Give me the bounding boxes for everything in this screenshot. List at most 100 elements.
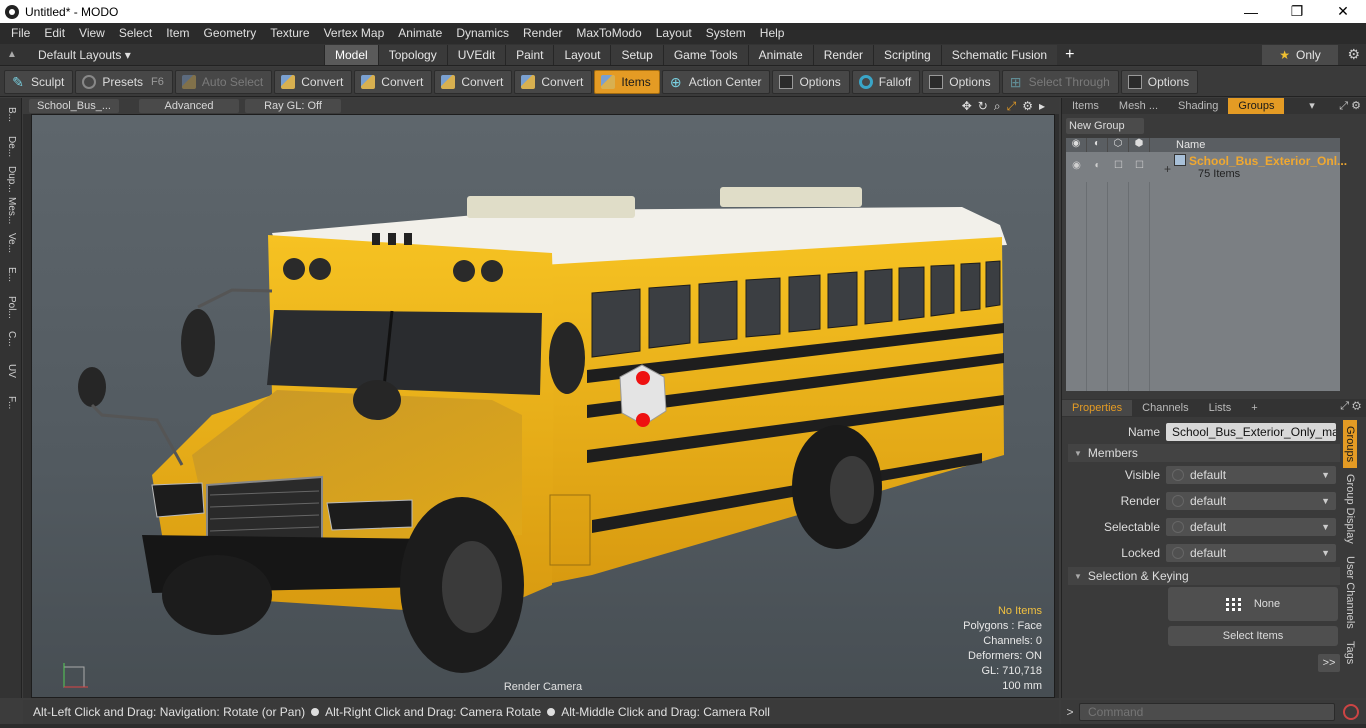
- menu-dynamics[interactable]: Dynamics: [449, 23, 516, 44]
- tab-lists[interactable]: Lists: [1199, 400, 1242, 416]
- render-col-icon[interactable]: ◐: [1087, 138, 1108, 152]
- side-tab-groups[interactable]: Groups: [1343, 420, 1357, 469]
- scene-selector[interactable]: School_Bus_...: [29, 99, 119, 113]
- viewport-canvas[interactable]: No Items Polygons : Face Channels: 0 Def…: [31, 114, 1055, 698]
- select-col-icon[interactable]: ⬡: [1108, 138, 1129, 152]
- pin-icon[interactable]: ▲: [0, 49, 24, 60]
- falloff-button[interactable]: Falloff: [851, 69, 921, 94]
- sculpt-button[interactable]: ✎ Sculpt: [4, 69, 74, 94]
- close-button[interactable]: ✕: [1320, 0, 1366, 23]
- left-tab-fusion[interactable]: F...: [1, 388, 21, 418]
- side-tab-group-display[interactable]: Group Display: [1343, 468, 1357, 550]
- zoom-icon[interactable]: ⌕: [994, 99, 1001, 114]
- channel-lock-icon[interactable]: [1172, 495, 1184, 507]
- visible-dropdown[interactable]: default ▼: [1166, 466, 1336, 484]
- presets-button[interactable]: Presets F6: [75, 69, 173, 94]
- tab-uvedit[interactable]: UVEdit: [446, 44, 506, 65]
- select-through-button[interactable]: ⊞ Select Through: [1001, 69, 1119, 94]
- expand-arrow-icon[interactable]: ▸: [1039, 99, 1045, 114]
- left-tab-vertex[interactable]: Ve...: [1, 228, 21, 258]
- record-icon[interactable]: [1343, 704, 1359, 720]
- menu-animate[interactable]: Animate: [391, 23, 449, 44]
- menu-render[interactable]: Render: [516, 23, 569, 44]
- tab-scripting[interactable]: Scripting: [873, 44, 941, 65]
- panel-menu-icons[interactable]: ▾ ⤢ ⚙: [1309, 99, 1361, 113]
- tab-layout[interactable]: Layout: [553, 44, 611, 65]
- more-button[interactable]: >>: [1318, 654, 1340, 672]
- eye-icon[interactable]: ◉: [1066, 152, 1087, 182]
- channel-lock-icon[interactable]: [1172, 547, 1184, 559]
- options-button-2[interactable]: Options: [922, 69, 1000, 94]
- menu-texture[interactable]: Texture: [263, 23, 316, 44]
- add-tab-icon[interactable]: +: [1241, 400, 1267, 416]
- left-tab-mesh[interactable]: Mes...: [1, 196, 21, 226]
- menu-geometry[interactable]: Geometry: [197, 23, 264, 44]
- tab-channels[interactable]: Channels: [1132, 400, 1198, 416]
- channel-lock-icon[interactable]: [1172, 469, 1184, 481]
- tab-paint[interactable]: Paint: [505, 44, 554, 65]
- only-button[interactable]: ★ Only: [1262, 45, 1338, 65]
- lock-checkbox[interactable]: ☐: [1129, 152, 1150, 182]
- channel-lock-icon[interactable]: [1172, 521, 1184, 533]
- tab-model[interactable]: Model: [324, 44, 378, 65]
- left-tab-duplicate[interactable]: Dup...: [1, 164, 21, 194]
- move-view-icon[interactable]: ✥: [962, 99, 972, 114]
- group-row[interactable]: ◉ ◐ ☐ ☐ + School_Bus_Exterior_Onl... 75 …: [1066, 152, 1347, 182]
- maximize-button[interactable]: ❐: [1274, 0, 1320, 23]
- tab-schematic-fusion[interactable]: Schematic Fusion: [940, 44, 1058, 65]
- select-checkbox[interactable]: ☐: [1108, 152, 1129, 182]
- menu-item[interactable]: Item: [159, 23, 196, 44]
- tab-groups[interactable]: Groups: [1228, 98, 1285, 114]
- render-icon[interactable]: ◐: [1087, 152, 1108, 182]
- options-button-3[interactable]: Options: [1120, 69, 1199, 94]
- menu-edit[interactable]: Edit: [37, 23, 72, 44]
- left-tab-edge[interactable]: E...: [1, 260, 21, 290]
- visibility-col-icon[interactable]: ◉: [1066, 138, 1087, 152]
- menu-layout[interactable]: Layout: [649, 23, 699, 44]
- gear-icon[interactable]: ⚙: [1347, 46, 1360, 63]
- select-items-button[interactable]: Select Items: [1168, 626, 1338, 646]
- left-tab-polygon[interactable]: Pol...: [1, 292, 21, 322]
- tab-shading[interactable]: Shading: [1168, 98, 1228, 114]
- left-tab-curve[interactable]: C...: [1, 324, 21, 354]
- view-mode-selector[interactable]: Advanced: [139, 99, 239, 113]
- add-tab-button[interactable]: +: [1057, 46, 1082, 64]
- tab-mesh[interactable]: Mesh ...: [1109, 98, 1168, 114]
- convert-button-2[interactable]: Convert: [354, 69, 433, 94]
- tab-game-tools[interactable]: Game Tools: [662, 44, 748, 65]
- render-dropdown[interactable]: default ▼: [1166, 492, 1336, 510]
- convert-button-4[interactable]: Convert: [514, 69, 593, 94]
- layouts-dropdown[interactable]: Default Layouts ▾: [24, 48, 324, 62]
- command-input[interactable]: [1079, 703, 1335, 721]
- expand-icon[interactable]: +: [1164, 162, 1171, 176]
- action-center-button[interactable]: ⊕ Action Center: [661, 69, 771, 94]
- convert-button-1[interactable]: Convert: [274, 69, 353, 94]
- tab-animate[interactable]: Animate: [747, 44, 813, 65]
- menu-view[interactable]: View: [72, 23, 112, 44]
- items-mode-button[interactable]: Items: [594, 69, 660, 94]
- panel-menu-icons[interactable]: ⤢ ⚙: [1340, 400, 1361, 413]
- menu-system[interactable]: System: [699, 23, 753, 44]
- menu-maxtomodo[interactable]: MaxToModo: [569, 23, 648, 44]
- name-field[interactable]: School_Bus_Exterior_Only_max_: [1166, 423, 1336, 441]
- options-button-1[interactable]: Options: [772, 69, 850, 94]
- minimize-button[interactable]: —: [1228, 0, 1274, 23]
- selectable-dropdown[interactable]: default ▼: [1166, 518, 1336, 536]
- menu-help[interactable]: Help: [753, 23, 792, 44]
- side-tab-user-channels[interactable]: User Channels: [1343, 550, 1357, 635]
- settings-icon[interactable]: ⚙: [1022, 99, 1033, 114]
- members-section[interactable]: ▼ Members: [1068, 444, 1340, 462]
- rotate-view-icon[interactable]: ↻: [978, 99, 988, 114]
- command-history-arrow[interactable]: >: [1061, 705, 1079, 719]
- locked-dropdown[interactable]: default ▼: [1166, 544, 1336, 562]
- menu-select[interactable]: Select: [112, 23, 159, 44]
- fit-view-icon[interactable]: ⤢: [1007, 99, 1017, 114]
- selection-keying-section[interactable]: ▼ Selection & Keying: [1068, 567, 1340, 585]
- tab-items[interactable]: Items: [1062, 98, 1109, 114]
- tab-setup[interactable]: Setup: [610, 44, 663, 65]
- tab-topology[interactable]: Topology: [377, 44, 447, 65]
- tab-render[interactable]: Render: [812, 44, 874, 65]
- side-tab-tags[interactable]: Tags: [1343, 635, 1357, 670]
- auto-select-button[interactable]: Auto Select: [174, 69, 273, 94]
- select-none-button[interactable]: None: [1168, 587, 1338, 621]
